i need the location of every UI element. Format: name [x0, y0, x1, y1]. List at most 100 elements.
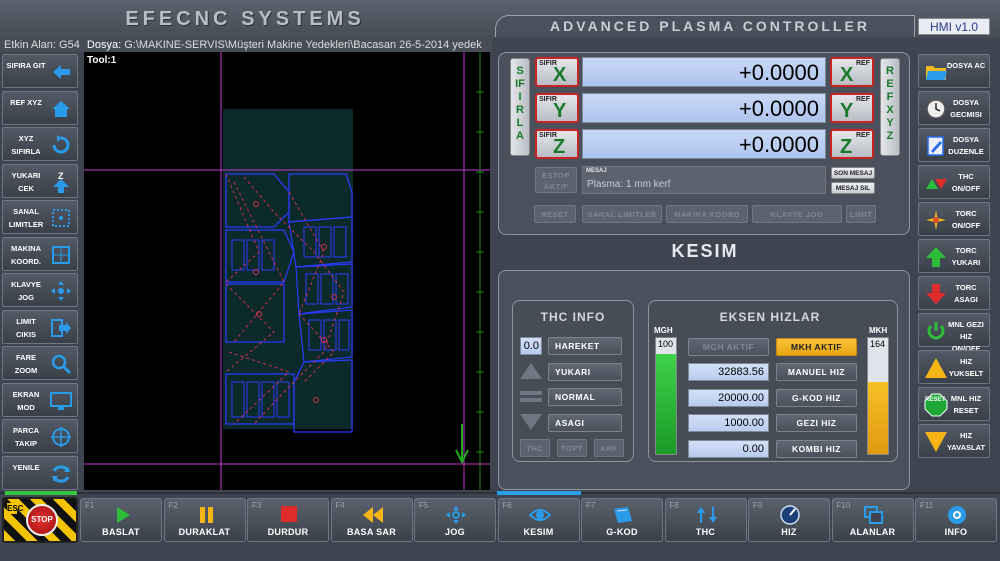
- left-btn-label: REF XYZ: [10, 97, 42, 107]
- speed-value-0[interactable]: 32883.56: [688, 363, 769, 381]
- bottom-btn-baslat[interactable]: F1 BASLAT: [80, 498, 162, 542]
- left-btn-sanal-limitler[interactable]: SANAL LIMITLER: [2, 200, 78, 234]
- mgh-active-button[interactable]: MGH AKTIF: [688, 338, 769, 356]
- right-btn-hiz-yavaslat[interactable]: HIZ YAVASLAT: [918, 424, 990, 458]
- left-btn-yenile[interactable]: YENILE: [2, 455, 78, 490]
- left-btn-label: SIFIRA GIT: [6, 61, 46, 70]
- toolpath-drawing: [84, 52, 490, 490]
- left-btn-limit-cikis[interactable]: LIMIT CIKIS: [2, 309, 78, 344]
- right-btn-dosya-ac[interactable]: DOSYA AC: [918, 54, 990, 88]
- bottom-btn-duraklat[interactable]: F2 DURAKLAT: [163, 498, 246, 542]
- fkey-label: F3: [252, 501, 262, 510]
- zero-y-button[interactable]: SIFIR Y: [535, 93, 579, 123]
- right-btn-dosya-gecmisi[interactable]: DOSYA GECMISI: [918, 91, 990, 125]
- toolpath-canvas[interactable]: Tool:1: [84, 52, 490, 490]
- file-label: Dosya:: [86, 39, 122, 51]
- bottom-btn-durdur[interactable]: F3 DURDUR: [247, 498, 329, 542]
- estop-button[interactable]: ESC STOP: [2, 497, 78, 543]
- bottom-btn-info[interactable]: F11 INFO: [915, 498, 997, 542]
- status-btn-klavye-jog[interactable]: KLAVYE JOG: [752, 205, 842, 223]
- speed-label-manuel-hiz[interactable]: MANUEL HIZ: [776, 363, 857, 381]
- clear-message-button[interactable]: MESAJ SIL: [831, 182, 875, 194]
- right-btn-label: MNL HIZ RESET: [950, 394, 982, 415]
- right-btn-dosya-duzenle[interactable]: DOSYA DUZENLE: [918, 128, 990, 162]
- last-message-button[interactable]: SON MESAJ: [831, 167, 875, 179]
- speed-label-kombi-hiz[interactable]: KOMBI HIZ: [776, 439, 857, 458]
- speed-value-3[interactable]: 0.00: [688, 439, 769, 458]
- red-down-arrow-icon: [924, 282, 948, 306]
- left-btn-label: YUKARI CEK: [11, 170, 41, 193]
- fkey-label: F2: [168, 501, 178, 510]
- bottom-btn-kesim[interactable]: F6 KESIM: [497, 498, 580, 542]
- left-btn-xyz-sifirla[interactable]: XYZ SIFIRLA: [2, 127, 78, 161]
- bottom-btn-hiz[interactable]: F9 HIZ: [748, 498, 830, 542]
- version-badge: HMI v1.0: [918, 18, 990, 35]
- home-icon: [49, 97, 73, 121]
- exit-arrow-icon: [49, 316, 73, 340]
- left-btn-makina-koord[interactable]: MAKINA KOORD.: [2, 236, 78, 271]
- bottom-btn-basa-sar[interactable]: F4 BASA SAR: [330, 498, 413, 542]
- sifirla-all-button[interactable]: SIFIRLA: [510, 58, 530, 156]
- bottom-btn-alanlar[interactable]: F10 ALANLAR: [831, 498, 914, 542]
- right-btn-torc-asagi[interactable]: TORC ASAGI: [918, 276, 990, 310]
- right-btn-torc-on-off[interactable]: TORC ON/OFF: [918, 202, 990, 236]
- left-btn-fare-zoom[interactable]: FARE ZOOM: [2, 346, 78, 380]
- bottom-btn-label: BASLAT: [102, 527, 140, 537]
- thc-btn-hareket[interactable]: HAREKET: [548, 337, 622, 355]
- left-btn-yukari-cek[interactable]: YUKARI CEK Z: [2, 163, 78, 198]
- spark-icon: [924, 208, 948, 232]
- bottom-btn-label: DURAKLAT: [178, 527, 231, 537]
- jog-arrows-icon: [49, 279, 73, 303]
- play-icon: [111, 505, 133, 525]
- right-btn-torc-yukari[interactable]: TORC YUKARI: [918, 239, 990, 273]
- jog-icon: [445, 505, 467, 525]
- thc-up-icon: [520, 363, 542, 379]
- mgh-label: MGH: [654, 326, 673, 335]
- gcode-icon: [612, 505, 634, 525]
- right-btn-thc-on-off[interactable]: THC ON/OFF: [918, 165, 990, 199]
- left-btn-parca-takip[interactable]: PARCA TAKIP: [2, 419, 78, 453]
- bottom-btn-g-kod[interactable]: F7 G-KOD: [581, 498, 663, 542]
- message-text: Plasma: 1 mm kerf: [587, 179, 671, 190]
- ref-xyz-button[interactable]: REF XYZ: [880, 58, 900, 156]
- left-btn-ref-xyz[interactable]: REF XYZ: [2, 90, 78, 125]
- bottom-btn-thc[interactable]: F8 THC: [664, 498, 747, 542]
- speed-value-1[interactable]: 20000.00: [688, 388, 769, 407]
- status-btn-reset[interactable]: RESET: [534, 205, 576, 223]
- thc-btn-normal[interactable]: NORMAL: [548, 388, 622, 406]
- bottom-btn-label: INFO: [944, 527, 968, 537]
- thc-btn-asagi[interactable]: ASAGI: [548, 413, 622, 432]
- status-btn-sanal-limitler[interactable]: SANAL LIMITLER: [582, 205, 662, 223]
- zero-z-button[interactable]: SIFIR Z: [535, 129, 579, 159]
- left-btn-label: PARCA TAKIP: [12, 426, 40, 448]
- yellow-up-triangle-icon: [924, 356, 948, 380]
- status-btn-limit[interactable]: LIMIT: [846, 205, 876, 223]
- bottom-btn-label: JOG: [445, 527, 465, 537]
- ref-z-button[interactable]: Z REF: [830, 129, 874, 159]
- bottom-btn-jog[interactable]: F5 JOG: [414, 498, 496, 542]
- left-btn-klavye-jog[interactable]: KLAVYE JOG: [2, 273, 78, 307]
- speed-label-gezi-hiz[interactable]: GEZI HIZ: [776, 414, 857, 432]
- right-btn-hiz-yukselt[interactable]: HIZ YUKSELT: [918, 350, 990, 384]
- thc-btn-yukari[interactable]: YUKARI: [548, 362, 622, 381]
- mkh-value: 164: [870, 339, 886, 349]
- left-btn-sifira-git[interactable]: SIFIRA GIT: [2, 54, 78, 88]
- ref-x-button[interactable]: X REF: [830, 57, 874, 87]
- grid-icon: [49, 243, 73, 267]
- right-btn-mnl-gezi-hiz-on-off[interactable]: MNL GEZI HIZ ON/OFF: [918, 313, 990, 353]
- speed-label-g-kod-hiz[interactable]: G-KOD HIZ: [776, 388, 857, 407]
- bottom-btn-label: G-KOD: [606, 527, 638, 537]
- estop-active-button[interactable]: ESTOP AKTIF: [535, 167, 577, 193]
- thc-info-panel: [512, 300, 634, 462]
- mkh-active-button[interactable]: MKH AKTIF: [776, 338, 857, 356]
- zero-x-button[interactable]: SIFIR X: [535, 57, 579, 87]
- right-btn-mnl-hiz-reset[interactable]: RESET MNL HIZ RESET: [918, 387, 990, 421]
- left-btn-label: YENILE: [12, 462, 40, 472]
- left-btn-ekran-mod[interactable]: EKRAN MOD: [2, 382, 78, 417]
- status-btn-makina-koord[interactable]: MAKINA KOORD: [666, 205, 748, 223]
- ref-y-button[interactable]: Y REF: [830, 93, 874, 123]
- clock-icon: [924, 97, 948, 121]
- speed-value-2[interactable]: 1000.00: [688, 414, 769, 432]
- bottom-btn-label: THC: [695, 527, 716, 537]
- right-btn-label: DOSYA GECMISI: [950, 98, 982, 119]
